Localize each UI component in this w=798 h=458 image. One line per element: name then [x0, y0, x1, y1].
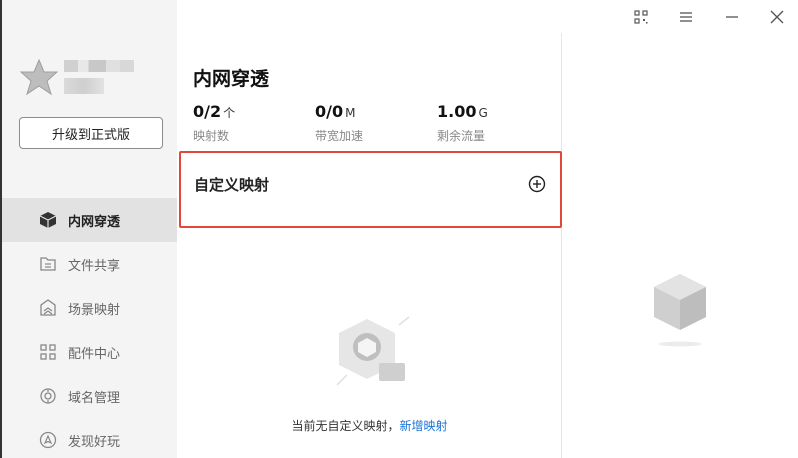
stat-unit: G	[478, 106, 488, 120]
sidebar-item-scene-mapping[interactable]: 场景映射	[2, 286, 177, 330]
stat-label: 映射数	[193, 129, 230, 143]
stat-traffic: 1.00 G 剩余流量	[437, 102, 488, 144]
sidebar-item-discover[interactable]: 发现好玩	[2, 418, 177, 458]
stat-bandwidth: 0/0 M 带宽加速	[315, 102, 363, 144]
minimize-icon[interactable]	[721, 6, 743, 28]
add-mapping-icon[interactable]	[528, 175, 546, 193]
stat-mapping-count: 0/2 个 映射数	[193, 102, 235, 144]
sidebar-nav: 内网穿透 文件共享 场景映射 配件中心 域名管理 发现好玩	[2, 198, 177, 458]
sidebar-item-label: 内网穿透	[68, 214, 121, 230]
menu-icon[interactable]	[675, 6, 697, 28]
avatar-star-icon[interactable]	[19, 58, 59, 96]
grid-icon	[38, 342, 58, 362]
qr-code-icon[interactable]	[630, 6, 652, 28]
stat-unit: 个	[223, 106, 236, 120]
empty-state-message: 当前无自定义映射，	[291, 419, 400, 433]
scene-icon	[38, 298, 58, 318]
sidebar-item-label: 配件中心	[68, 346, 121, 362]
sidebar-item-accessory-center[interactable]: 配件中心	[2, 330, 177, 374]
stat-label: 剩余流量	[437, 129, 486, 143]
account-blurred	[64, 78, 104, 94]
sidebar-item-label: 文件共享	[68, 258, 121, 274]
close-icon[interactable]	[766, 6, 788, 28]
sidebar-item-domain-management[interactable]: 域名管理	[2, 374, 177, 418]
cube-icon	[38, 210, 58, 230]
sidebar-item-label: 发现好玩	[68, 434, 121, 450]
cube-placeholder-icon	[650, 270, 710, 350]
custom-mapping-section: 自定义映射	[179, 151, 562, 228]
sidebar-item-intranet-penetration[interactable]: 内网穿透	[2, 198, 177, 242]
domain-icon	[38, 386, 58, 406]
stat-value: 0/0	[315, 102, 344, 121]
sidebar-item-label: 域名管理	[68, 390, 121, 406]
page-title: 内网穿透	[193, 68, 270, 90]
stat-value: 0/2	[193, 102, 222, 121]
empty-state-illustration	[327, 315, 417, 395]
stat-label: 带宽加速	[315, 129, 364, 143]
stat-unit: M	[345, 106, 356, 120]
discover-icon	[38, 430, 58, 450]
username-blurred	[64, 60, 134, 72]
intranet-panel: 内网穿透 0/2 个 映射数 0/0 M 带宽加速 1.00 G 剩余流量 自定义映射…	[177, 33, 562, 458]
add-mapping-link[interactable]: 新增映射	[400, 419, 448, 433]
sidebar-item-file-share[interactable]: 文件共享	[2, 242, 177, 286]
custom-mapping-title: 自定义映射	[194, 176, 270, 194]
sidebar-item-label: 场景映射	[68, 302, 121, 318]
stat-value: 1.00	[437, 102, 477, 121]
upgrade-button[interactable]: 升级到正式版	[19, 117, 163, 149]
sidebar: 升级到正式版 内网穿透 文件共享 场景映射 配件中心 域名管理 发现好玩	[0, 0, 177, 458]
empty-state-text: 当前无自定义映射，新增映射	[177, 417, 562, 434]
folder-share-icon	[38, 254, 58, 274]
